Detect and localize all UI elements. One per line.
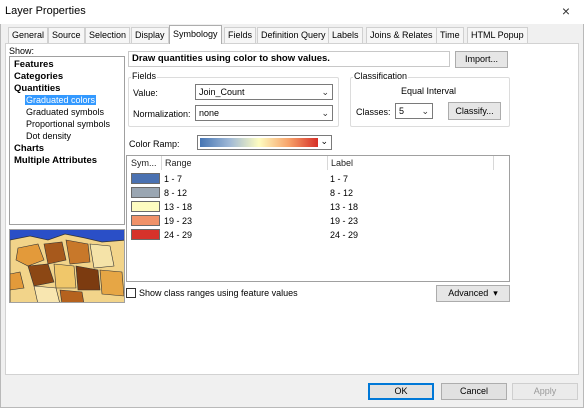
column-divider	[327, 156, 328, 170]
normalization-dropdown[interactable]: none ⌄	[195, 105, 333, 121]
value-label: Value:	[133, 88, 158, 98]
tab-symbology[interactable]: Symbology	[169, 25, 222, 44]
tree-item-multiple-attributes[interactable]: Multiple Attributes	[14, 155, 97, 166]
window-title: Layer Properties	[5, 5, 86, 17]
tab-joins-relates[interactable]: Joins & Relates	[366, 27, 437, 43]
symbology-preview-image	[9, 229, 125, 303]
classify-button[interactable]: Classify...	[448, 102, 501, 120]
tree-item-proportional-symbols[interactable]: Proportional symbols	[25, 119, 111, 129]
class-label[interactable]: 1 - 7	[330, 174, 348, 184]
tab-fields[interactable]: Fields	[224, 27, 257, 43]
map-preview-graphic	[10, 230, 124, 302]
tab-source[interactable]: Source	[48, 27, 85, 43]
tree-item-graduated-symbols[interactable]: Graduated symbols	[25, 107, 105, 117]
tab-html-popup[interactable]: HTML Popup	[467, 27, 528, 43]
table-row[interactable]: 8 - 12 8 - 12	[127, 186, 509, 200]
tree-item-dot-density[interactable]: Dot density	[25, 131, 72, 141]
tab-general[interactable]: General	[8, 27, 49, 43]
class-table[interactable]: Sym... Range Label 1 - 7 1 - 7 8 - 12 8 …	[126, 155, 510, 282]
show-class-ranges-checkbox[interactable]	[126, 288, 136, 298]
table-row[interactable]: 19 - 23 19 - 23	[127, 214, 509, 228]
title-bar: Layer Properties ×	[0, 0, 584, 24]
tab-selection[interactable]: Selection	[85, 27, 131, 43]
renderer-tree: Features Categories Quantities Graduated…	[9, 56, 125, 225]
class-symbol-swatch[interactable]	[131, 229, 160, 240]
normalization-selected: none	[199, 108, 220, 118]
show-label: Show:	[9, 46, 35, 56]
class-label[interactable]: 13 - 18	[330, 202, 358, 212]
tab-labels[interactable]: Labels	[328, 27, 363, 43]
classes-selected: 5	[399, 106, 405, 116]
classes-dropdown[interactable]: 5 ⌄	[395, 103, 433, 119]
value-field-dropdown[interactable]: Join_Count ⌄	[195, 84, 333, 100]
normalization-label: Normalization:	[133, 109, 191, 119]
tree-item-charts[interactable]: Charts	[14, 143, 44, 154]
column-header-range[interactable]: Range	[165, 158, 192, 168]
color-ramp-label: Color Ramp:	[129, 139, 180, 149]
close-icon[interactable]: ×	[554, 2, 578, 20]
column-divider	[161, 156, 162, 170]
renderer-description: Draw quantities using color to show valu…	[128, 51, 450, 67]
chevron-down-icon: ⌄	[421, 106, 429, 116]
class-range[interactable]: 19 - 23	[164, 216, 192, 226]
advanced-button-label: Advanced	[448, 288, 489, 298]
color-ramp-dropdown[interactable]: ⌄	[197, 135, 332, 150]
tab-time[interactable]: Time	[436, 27, 464, 43]
table-row[interactable]: 24 - 29 24 - 29	[127, 228, 509, 242]
classes-label: Classes:	[356, 107, 391, 117]
class-range[interactable]: 8 - 12	[164, 188, 187, 198]
cancel-button[interactable]: Cancel	[441, 383, 507, 400]
tree-item-features[interactable]: Features	[14, 59, 54, 70]
value-field-selected: Join_Count	[199, 87, 245, 97]
chevron-down-icon: ⌄	[320, 136, 328, 146]
class-range[interactable]: 13 - 18	[164, 202, 192, 212]
dropdown-arrow-icon: ▾	[490, 288, 498, 298]
column-divider	[493, 156, 494, 170]
advanced-button[interactable]: Advanced ▾	[436, 285, 510, 302]
table-row[interactable]: 1 - 7 1 - 7	[127, 172, 509, 186]
import-button[interactable]: Import...	[455, 51, 508, 68]
class-label[interactable]: 24 - 29	[330, 230, 358, 240]
apply-button[interactable]: Apply	[512, 383, 578, 400]
class-symbol-swatch[interactable]	[131, 201, 160, 212]
class-range[interactable]: 24 - 29	[164, 230, 192, 240]
table-row[interactable]: 13 - 18 13 - 18	[127, 200, 509, 214]
tree-item-categories[interactable]: Categories	[14, 71, 63, 82]
class-label[interactable]: 8 - 12	[330, 188, 353, 198]
class-range[interactable]: 1 - 7	[164, 174, 182, 184]
tab-definition-query[interactable]: Definition Query	[257, 27, 330, 43]
tree-item-graduated-colors[interactable]: Graduated colors	[25, 95, 97, 105]
class-symbol-swatch[interactable]	[131, 173, 160, 184]
column-header-label[interactable]: Label	[331, 158, 353, 168]
classification-method: Equal Interval	[401, 86, 457, 96]
chevron-down-icon: ⌄	[321, 108, 329, 118]
classification-group-label: Classification	[353, 71, 409, 81]
class-label[interactable]: 19 - 23	[330, 216, 358, 226]
show-class-ranges-label: Show class ranges using feature values	[139, 288, 298, 298]
color-ramp-preview	[200, 138, 318, 147]
chevron-down-icon: ⌄	[321, 87, 329, 97]
class-symbol-swatch[interactable]	[131, 215, 160, 226]
ok-button[interactable]: OK	[368, 383, 434, 400]
class-symbol-swatch[interactable]	[131, 187, 160, 198]
tree-item-quantities[interactable]: Quantities	[14, 83, 60, 94]
fields-group-label: Fields	[131, 71, 158, 81]
tab-display[interactable]: Display	[131, 27, 169, 43]
column-header-symbol[interactable]: Sym...	[131, 158, 157, 168]
